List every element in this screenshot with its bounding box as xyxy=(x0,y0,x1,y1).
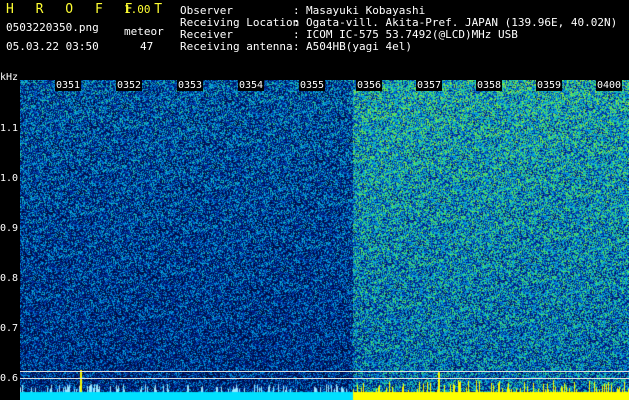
app-version: 1.00 xyxy=(124,3,151,16)
x-tick-label: 0351 xyxy=(55,80,82,91)
y-tick-label: 0.6 xyxy=(0,373,19,384)
x-tick-label: 0356 xyxy=(356,80,383,91)
x-tick-label: 0354 xyxy=(238,80,265,91)
info-label-antenna: Receiving antenna xyxy=(180,40,293,53)
info-value-antenna: A504HB(yagi 4el) xyxy=(306,40,412,53)
x-tick-label: 0353 xyxy=(177,80,204,91)
x-tick-label: 0355 xyxy=(299,80,326,91)
spectrogram xyxy=(20,80,629,400)
x-tick-label: 0400 xyxy=(596,80,623,91)
x-tick-label: 0352 xyxy=(116,80,143,91)
x-tick-label: 0357 xyxy=(416,80,443,91)
meteor-counter-value: 47 xyxy=(140,40,154,53)
meteor-counter-label: meteor xyxy=(124,25,164,38)
x-tick-label: 0359 xyxy=(536,80,563,91)
frequency-marker-line xyxy=(20,371,629,372)
frequency-marker-line xyxy=(20,378,629,379)
y-tick-label: 1.1 xyxy=(0,123,19,134)
y-tick-label: 0.8 xyxy=(0,273,19,284)
y-tick-label: 0.7 xyxy=(0,323,19,334)
file-timestamp: 05.03.22 03:50 xyxy=(6,40,99,53)
y-axis-unit: kHz xyxy=(0,72,19,83)
x-tick-label: 0358 xyxy=(476,80,503,91)
info-separator: : xyxy=(293,40,300,53)
y-tick-label: 1.0 xyxy=(0,173,19,184)
file-name: 0503220350.png xyxy=(6,21,99,34)
y-tick-label: 0.9 xyxy=(0,223,19,234)
